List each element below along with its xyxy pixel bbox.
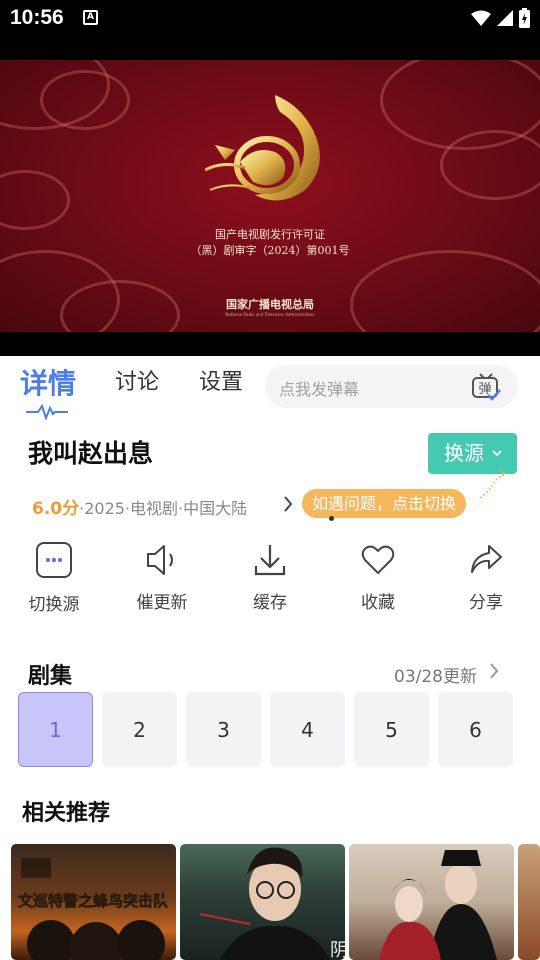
org-subtitle: National Radio and Television Administra… — [225, 312, 315, 317]
tab-details[interactable]: 详情 — [20, 362, 76, 402]
episode-button[interactable]: 2 — [102, 692, 177, 767]
switch-source-label: 换源 — [444, 441, 484, 465]
cloud-pattern — [350, 250, 540, 332]
org-name: 国家广播电视总局 — [226, 298, 314, 311]
danmu-icon-char: 弹 — [478, 382, 491, 397]
related-poster[interactable] — [518, 844, 540, 960]
danmu-placeholder: 点我发弹幕 — [279, 380, 360, 399]
favorite-action[interactable]: 收藏 — [338, 540, 418, 613]
related-poster[interactable]: 阴 — [180, 844, 345, 960]
action-label: 收藏 — [361, 593, 395, 613]
status-bar: 10:56 A — [0, 0, 540, 36]
poster-title: 文巡特警之蜂鸟突击队 — [18, 892, 169, 910]
tip-dot — [329, 516, 334, 521]
episode-button[interactable]: 3 — [186, 692, 261, 767]
related-poster[interactable]: 文巡特警之蜂鸟突击队 — [11, 844, 176, 960]
chevron-right-icon[interactable] — [282, 492, 294, 521]
urge-update-action[interactable]: 催更新 — [122, 540, 202, 613]
show-info: ·2025·电视剧·中国大陆 — [79, 499, 248, 518]
episodes-title: 剧集 — [28, 664, 73, 689]
danmu-input[interactable]: 点我发弹幕 弹 — [265, 365, 518, 408]
episode-list: 1 2 3 4 5 6 — [18, 692, 513, 767]
cloud-pattern — [440, 130, 540, 200]
danmu-tv-icon[interactable]: 弹 — [470, 371, 502, 407]
download-icon — [230, 540, 310, 580]
show-title: 我叫赵出息 — [28, 439, 154, 468]
action-label: 缓存 — [253, 593, 287, 613]
tab-discussion[interactable]: 讨论 — [115, 364, 159, 396]
episode-button[interactable]: 4 — [270, 692, 345, 767]
wifi-icon — [471, 10, 491, 30]
action-label: 分享 — [469, 593, 503, 613]
episode-button[interactable]: 1 — [18, 692, 93, 767]
svg-text:阴: 阴 — [330, 940, 345, 960]
tabs-row: 详情 讨论 设置 点我发弹幕 弹 — [0, 356, 540, 426]
episode-button[interactable]: 6 — [438, 692, 513, 767]
share-icon — [446, 540, 526, 580]
share-action[interactable]: 分享 — [446, 540, 526, 613]
video-bottom-bar — [0, 332, 540, 356]
tip-curl-decoration — [478, 466, 510, 504]
show-score: 6.0分 — [32, 499, 80, 519]
switch-source-icon — [14, 540, 94, 580]
episode-button[interactable]: 5 — [354, 692, 429, 767]
heart-icon — [338, 540, 418, 580]
signal-icon — [497, 10, 513, 30]
chevron-right-icon[interactable] — [488, 657, 500, 691]
action-label: 催更新 — [136, 593, 188, 613]
related-title: 相关推荐 — [22, 801, 111, 826]
battery-charging-icon — [519, 8, 530, 32]
cloud-pattern — [0, 170, 70, 230]
show-meta: 6.0分·2025·电视剧·中国大陆 — [32, 494, 247, 519]
active-tab-indicator — [26, 403, 68, 424]
cache-action[interactable]: 缓存 — [230, 540, 310, 613]
tab-settings[interactable]: 设置 — [199, 364, 243, 396]
video-player[interactable]: 国产电视剧发行许可证 （黑）剧审字（2024）第001号 国家广播电视总局 Na… — [0, 60, 540, 332]
license-line-1: 国产电视剧发行许可证 — [215, 228, 325, 241]
switch-tip-bubble[interactable]: 如遇问题，点击切换 — [302, 489, 467, 518]
notification-icon: A — [83, 10, 98, 25]
action-label: 切换源 — [28, 595, 80, 615]
status-time: 10:56 — [10, 6, 64, 29]
license-line-2: （黑）剧审字（2024）第001号 — [190, 244, 350, 257]
speaker-icon — [122, 540, 202, 580]
golden-emblem-icon — [204, 90, 335, 214]
related-posters: 文巡特警之蜂鸟突击队 阴 — [11, 844, 540, 960]
action-bar: 切换源 催更新 缓存 收藏 分享 — [0, 540, 540, 620]
cloud-pattern — [40, 70, 130, 130]
episodes-updated[interactable]: 03/28更新 — [394, 662, 477, 687]
video-top-bar — [0, 36, 540, 60]
switch-source-action[interactable]: 切换源 — [14, 540, 94, 615]
related-poster[interactable] — [349, 844, 514, 960]
